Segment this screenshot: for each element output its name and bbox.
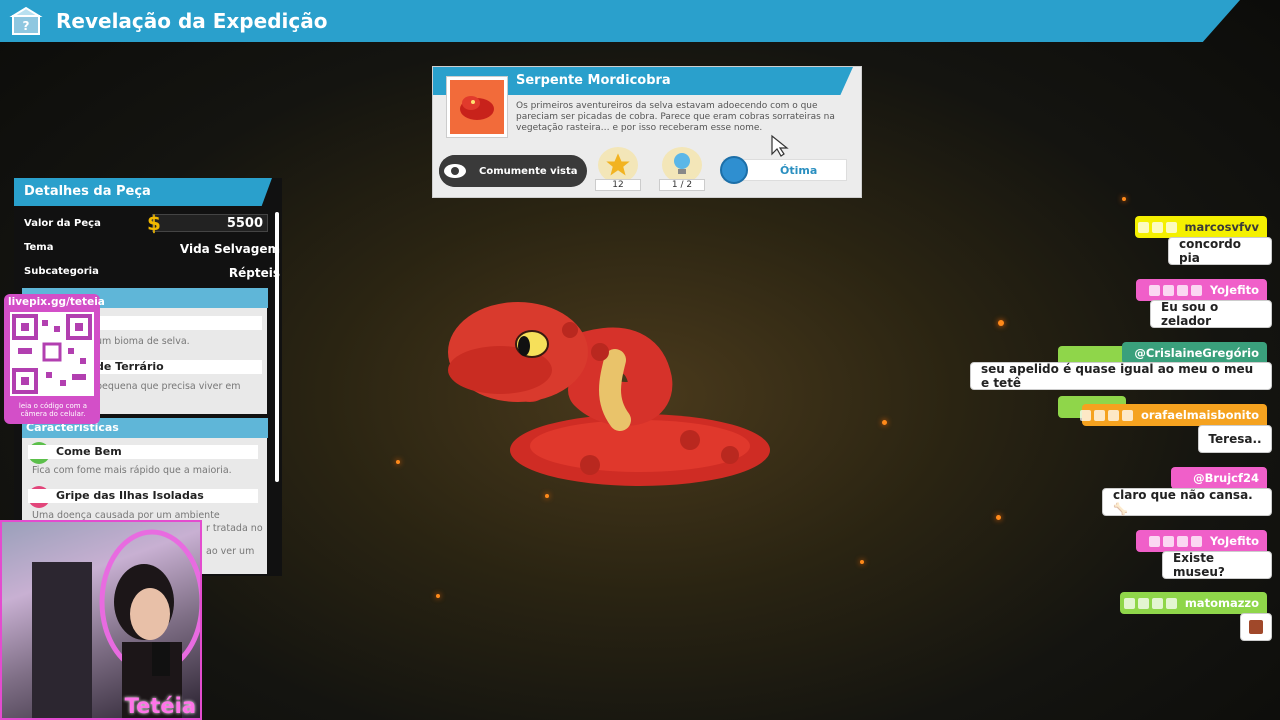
mouse-cursor-icon [771,134,789,157]
subcategory-value: Répteis [228,266,280,280]
details-header: Detalhes da Peça [14,178,272,206]
piece-card: Serpente Mordicobra Os primeiros aventur… [432,66,862,198]
trait-text-fragment: ao ver um [206,546,255,557]
subcategory-label: Subcategoria [24,266,99,277]
chat-username: YoJefito [1136,530,1267,552]
piece-title: Serpente Mordicobra [516,73,671,88]
piece-description: Os primeiros aventureiros da selva estav… [516,101,835,133]
qr-url: livepix.gg/teteia [8,296,105,308]
biome-text: um bioma de selva. [96,336,190,347]
page-title: Revelação da Expedição [56,9,328,33]
dollar-icon: $ [147,211,161,235]
chat-username: @CrislaineGregório [1122,342,1267,364]
idea-stat: 1 / 2 [659,147,705,195]
quality-dot [720,156,748,184]
value-label: Valor da Peça [24,218,101,229]
chat-message: concordo pia [1168,237,1272,265]
ember-particle [882,420,887,425]
eye-icon [439,155,471,187]
top-banner: ? Revelação da Expedição [0,0,1240,42]
chat-message: Existe museu? [1162,551,1272,579]
theme-value: Vida Selvagem [179,242,280,256]
mystery-box-icon: ? [6,1,46,41]
rarity-label: Comumente vista [479,165,578,177]
streamer-silhouette [32,529,200,718]
ember-particle [998,320,1004,326]
details-title: Detalhes da Peça [24,184,151,199]
emote-icon [1249,620,1263,634]
idea-count: 1 / 2 [659,179,705,191]
quality-label: Ótima [780,163,818,177]
subcategory-row: Subcategoria Répteis [24,266,280,280]
chat-message: Eu sou o zelador [1150,300,1272,328]
quality-indicator: Ótima [720,156,847,184]
chat-username: @Brujcf24 [1171,467,1267,489]
trait-text: Fica com fome mais rápido que a maioria. [32,465,232,476]
livepix-qr-overlay: livepix.gg/teteia leia o código com a câ… [4,294,105,424]
ember-particle [396,460,400,464]
qr-caption: leia o código com a câmera do celular. [18,402,88,418]
ember-particle [1122,197,1126,201]
chat-message: claro que não cansa. 🦴 [1102,488,1272,516]
value-box: $ 5500 [147,211,268,235]
chat-message-emote [1240,613,1272,641]
star-icon [598,147,638,183]
chat-message: seu apelido é quase igual ao meu o meu e… [970,362,1272,390]
ember-particle [436,594,440,598]
piece-thumbnail [447,77,507,137]
rarity-pill: Comumente vista [439,155,587,187]
qr-code [10,312,94,396]
chat-username: matomazzo [1120,592,1267,614]
star-stat: 12 [595,147,641,195]
theme-row: Tema Vida Selvagem [24,242,280,256]
star-count: 12 [595,179,641,191]
svg-text:?: ? [23,19,30,33]
chat-username: marcosvfvv [1135,216,1267,238]
streamer-name: Tetéia [124,694,196,718]
chat-username: orafaelmaisbonito [1079,404,1267,426]
terrain-text: pequena que precisa viver em [96,381,241,392]
webcam-feed: Tetéia [0,520,202,720]
trait-name: Gripe das Ilhas Isoladas [28,489,258,503]
value-amount: 5500 [226,216,263,231]
chat-username: YoJefito [1136,279,1267,301]
snake-model [448,302,770,486]
ember-particle [996,515,1001,520]
ember-particle [860,560,864,564]
trait-text-fragment: r tratada no [206,523,263,534]
lightbulb-icon [662,147,702,183]
trait-name: Come Bem [28,445,258,459]
theme-label: Tema [24,242,54,253]
chat-message: Teresa.. [1198,425,1272,453]
